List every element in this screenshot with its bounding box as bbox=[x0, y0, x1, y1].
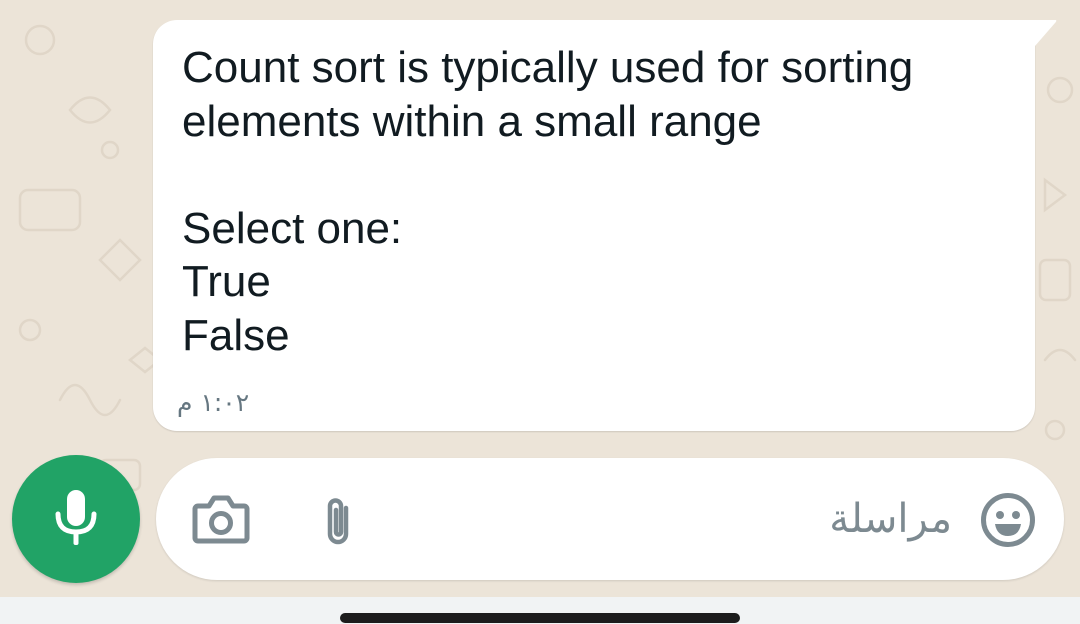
message-line-false: False bbox=[182, 310, 290, 360]
message-line-select-one: Select one: bbox=[182, 203, 403, 253]
message-text: Count sort is typically used for sorting… bbox=[182, 41, 1012, 362]
message-timestamp: ١:٠٢ م bbox=[177, 388, 250, 417]
paperclip-icon bbox=[327, 498, 349, 545]
message-line-2: elements within a small range bbox=[182, 96, 762, 146]
emoji-button[interactable] bbox=[980, 492, 1036, 553]
message-bubble[interactable]: Count sort is typically used for sorting… bbox=[153, 20, 1035, 431]
attach-button[interactable] bbox=[320, 494, 356, 555]
system-navigation-bar bbox=[0, 597, 1080, 624]
message-input[interactable]: مراسلة bbox=[716, 494, 952, 544]
message-line-true: True bbox=[182, 257, 271, 306]
bubble-tail bbox=[1030, 20, 1057, 46]
voice-record-button[interactable] bbox=[12, 455, 140, 583]
message-composer: مراسلة bbox=[156, 458, 1064, 580]
home-gesture-handle[interactable] bbox=[340, 613, 740, 623]
message-line-1: Count sort is typically used for sorting bbox=[182, 43, 914, 92]
camera-button[interactable] bbox=[192, 494, 250, 549]
mic-icon bbox=[55, 490, 97, 545]
emoji-icon bbox=[981, 493, 1035, 547]
camera-icon bbox=[192, 495, 250, 544]
